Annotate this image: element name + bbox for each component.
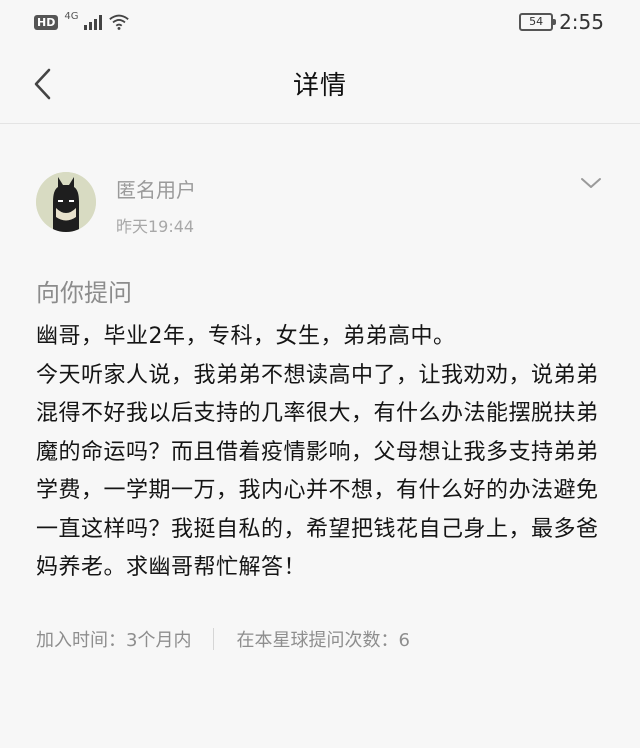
question-label: 向你提问 xyxy=(36,279,132,307)
batman-avatar-icon xyxy=(36,172,96,232)
chevron-down-icon xyxy=(581,178,601,188)
join-time: 加入时间：3个月内 xyxy=(36,629,192,651)
status-bar: HD 4G 54 2:55 xyxy=(0,0,640,44)
hd-badge: HD xyxy=(34,14,59,30)
wifi-icon xyxy=(109,14,130,30)
post-content: 匿名用户 昨天19:44 向你提问 幽哥，毕业2年，专科，女生，弟弟高中。 今天… xyxy=(0,124,640,652)
status-right: 54 2:55 xyxy=(519,10,604,34)
expand-button[interactable] xyxy=(578,174,604,192)
status-clock: 2:55 xyxy=(559,10,604,34)
author-name: 匿名用户 xyxy=(116,178,196,202)
meta-row: 加入时间：3个月内 在本星球提问次数：6 xyxy=(36,626,604,652)
status-left: HD 4G xyxy=(34,10,130,31)
ask-count: 在本星球提问次数：6 xyxy=(236,629,410,651)
meta-divider xyxy=(213,627,215,650)
battery-icon: 54 xyxy=(519,13,557,31)
question-body: 幽哥，毕业2年，专科，女生，弟弟高中。 今天听家人说，我弟弟不想读高中了，让我劝… xyxy=(36,324,599,580)
network-type: 4G xyxy=(64,10,79,22)
author-info: 匿名用户 昨天19:44 xyxy=(116,172,196,237)
chevron-left-icon xyxy=(34,68,51,100)
author-row: 匿名用户 昨天19:44 xyxy=(36,172,604,237)
nav-bar: 详情 xyxy=(0,44,640,124)
page-title: 详情 xyxy=(292,71,347,101)
post-time: 昨天19:44 xyxy=(116,217,195,236)
avatar[interactable] xyxy=(36,172,96,232)
signal-icon xyxy=(84,14,103,30)
back-button[interactable] xyxy=(22,64,62,104)
